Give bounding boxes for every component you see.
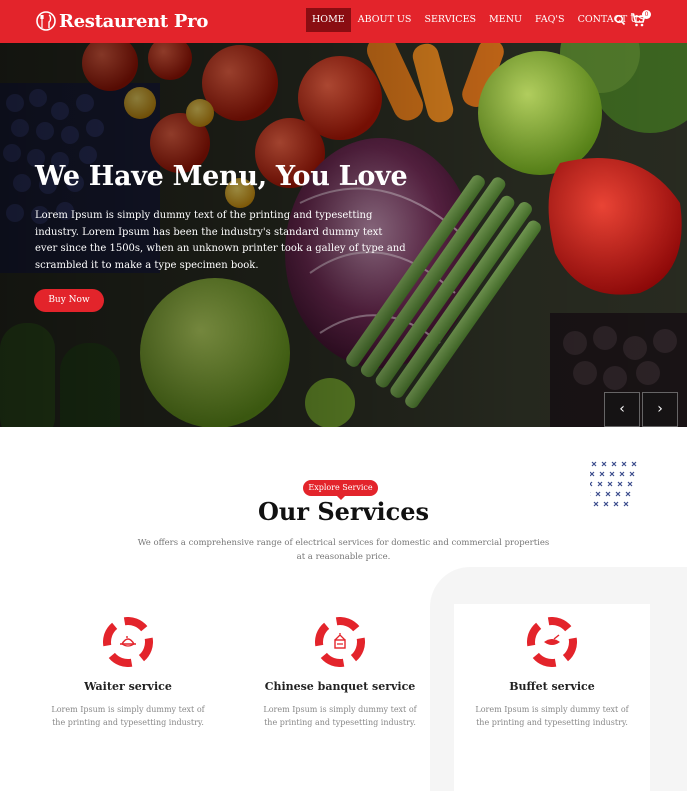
service-card-chinese-banquet[interactable]: Chinese banquet service Lorem Ipsum is s…	[242, 604, 438, 791]
hero-title: We Have Menu, You Love	[35, 161, 408, 192]
main-nav: HOME ABOUT US SERVICES MENU FAQ'S CONTAC…	[306, 8, 652, 32]
buy-now-button[interactable]: Buy Now	[34, 289, 104, 312]
top-navbar: Restaurent Pro HOME ABOUT US SERVICES ME…	[0, 0, 687, 43]
service-card-waiter[interactable]: Waiter service Lorem Ipsum is simply dum…	[30, 604, 226, 791]
nav-services[interactable]: SERVICES	[418, 8, 482, 32]
service-title: Buffet service	[509, 680, 595, 693]
waiter-icon	[103, 617, 153, 667]
restaurant-logo-icon	[36, 11, 56, 31]
buffet-icon	[527, 617, 577, 667]
section-tag: Explore Service	[303, 480, 378, 496]
brand-name: Restaurent Pro	[59, 10, 209, 32]
nav-faqs[interactable]: FAQ'S	[529, 8, 571, 32]
service-description: Lorem Ipsum is simply dummy text of the …	[475, 705, 629, 727]
hero-description: Lorem Ipsum is simply dummy text of the …	[35, 210, 406, 271]
slider-next-button[interactable]: ›	[642, 392, 678, 427]
services-section: Explore Service Our Services We offers a…	[0, 427, 687, 791]
nav-home[interactable]: HOME	[306, 8, 351, 32]
search-icon[interactable]	[614, 14, 626, 26]
brand-logo[interactable]: Restaurent Pro	[36, 9, 208, 33]
service-description: Lorem Ipsum is simply dummy text of the …	[263, 705, 417, 727]
service-card-buffet[interactable]: Buffet service Lorem Ipsum is simply dum…	[454, 604, 650, 791]
cart-count-badge: 0	[642, 10, 651, 19]
service-description: Lorem Ipsum is simply dummy text of the …	[51, 705, 205, 727]
slider-prev-button[interactable]: ‹	[604, 392, 640, 427]
hero-slider: We Have Menu, You Love Lorem Ipsum is si…	[0, 43, 687, 427]
service-title: Waiter service	[84, 680, 172, 693]
section-description: We offers a comprehensive range of elect…	[137, 538, 550, 562]
nav-about-us[interactable]: ABOUT US	[352, 8, 418, 32]
nav-menu[interactable]: MENU	[483, 8, 528, 32]
banquet-icon	[315, 617, 365, 667]
section-title: Our Services	[257, 497, 430, 526]
service-title: Chinese banquet service	[264, 680, 416, 693]
